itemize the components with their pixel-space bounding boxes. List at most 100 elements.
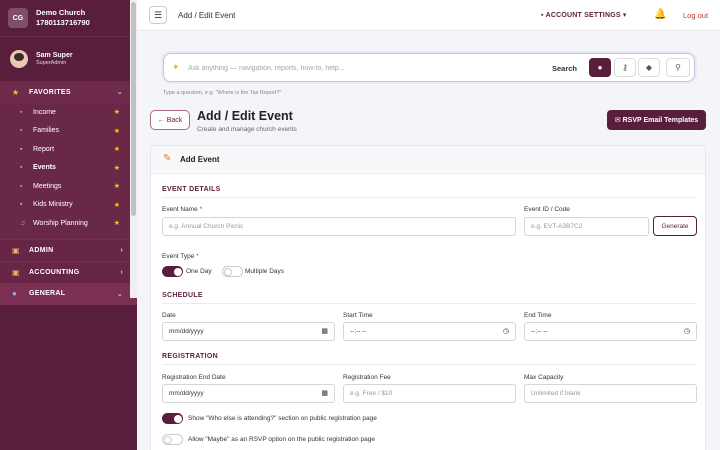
page-subtitle: Create and manage church events (197, 126, 297, 133)
calendar-icon: ▦ (321, 390, 328, 397)
key-icon: ⚷ (622, 63, 628, 72)
search-input[interactable] (188, 60, 518, 76)
event-name-input[interactable]: e.g. Annual Church Picnic (162, 217, 516, 236)
event-form-card: ✎ Add Event EVENT DETAILS Event Name * e… (150, 145, 706, 450)
card-title: Add Event (180, 155, 220, 164)
kids-icon: ▪ (20, 201, 23, 209)
event-type-label: Event Type * (162, 253, 199, 260)
chevron-down-icon: ▾ (620, 12, 627, 19)
event-name-label: Event Name * (162, 206, 203, 213)
chevron-down-icon: ⌄ (116, 290, 123, 298)
chevron-right-icon: › (120, 268, 123, 276)
search-box: ✦ Search ● ⚷ ◆ ⚲ (163, 53, 695, 82)
favorite-star-icon[interactable]: ★ (114, 127, 120, 135)
start-time-label: Start Time (343, 312, 373, 319)
star-icon: ★ (12, 87, 20, 97)
user-role: SuperAdmin (36, 60, 67, 66)
chat-button[interactable]: ◆ (638, 58, 660, 77)
accounting-icon: ▣ (12, 267, 20, 277)
search-hint: Type a question, e.g. "Where is the Tax … (163, 90, 282, 96)
section-schedule: SCHEDULE (162, 292, 203, 299)
clock-icon: ◷ (502, 328, 509, 335)
registration-end-date-label: Registration End Date (162, 374, 226, 381)
admin-icon: ▣ (12, 245, 20, 255)
card-header: ✎ Add Event (151, 146, 705, 174)
sidebar-item-events[interactable]: ▪ Events ★ (0, 159, 137, 178)
logout-link[interactable]: Log out (683, 11, 708, 20)
arrow-left-icon: ← (157, 116, 167, 124)
options-button[interactable]: ⚲ (666, 58, 690, 77)
sidebar: CG Demo Church 1780113716790 Sam Super S… (0, 0, 137, 450)
event-id-label: Event ID / Code (524, 206, 570, 213)
calendar-icon: ▦ (321, 328, 328, 335)
sidebar-scrollbar[interactable] (130, 0, 137, 298)
sidebar-item-families[interactable]: ▪ Families ★ (0, 122, 137, 141)
show-attending-toggle[interactable] (162, 413, 183, 424)
end-time-label: End Time (524, 312, 552, 319)
org-phone: 1780113716790 (36, 18, 90, 27)
favorite-star-icon[interactable]: ★ (114, 201, 120, 209)
chevron-right-icon: › (120, 246, 123, 254)
sidebar-section-accounting[interactable]: ▣ ACCOUNTING › (0, 260, 137, 283)
favorite-star-icon[interactable]: ★ (114, 219, 120, 227)
sidebar-section-general[interactable]: ● GENERAL ⌄ (0, 282, 137, 305)
page-title: Add / Edit Event (197, 109, 293, 123)
sidebar-section-favorites[interactable]: ★ FAVORITES ⌄ (0, 81, 137, 103)
generate-button[interactable]: Generate (653, 216, 697, 236)
date-input[interactable]: mm/dd/yyyy ▦ (162, 322, 335, 341)
globe-icon: ● (12, 289, 18, 298)
account-settings-menu[interactable]: ▪ ACCOUNT SETTINGS ▾ (541, 11, 627, 19)
sparkle-icon: ✦ (172, 62, 180, 72)
bell-icon[interactable]: 🔔 (654, 9, 666, 20)
registration-end-date-input[interactable]: mm/dd/yyyy ▦ (162, 384, 335, 403)
date-label: Date (162, 312, 176, 319)
rsvp-email-templates-button[interactable]: ✉ RSVP Email Templates (607, 110, 706, 130)
search-icon: ● (597, 63, 603, 72)
family-icon: ▪ (20, 127, 23, 135)
end-time-input[interactable]: --:-- -- ◷ (524, 322, 697, 341)
key-button[interactable]: ⚷ (614, 58, 636, 77)
tune-icon: ⚲ (675, 63, 681, 72)
music-icon: ♫ (20, 219, 26, 227)
favorite-star-icon[interactable]: ★ (114, 164, 120, 172)
top-bar: ☰ Add / Edit Event ▪ ACCOUNT SETTINGS ▾ … (137, 0, 720, 31)
favorite-star-icon[interactable]: ★ (114, 108, 120, 116)
sidebar-item-worship-planning[interactable]: ♫ Worship Planning ★ (0, 214, 137, 233)
search-button-label[interactable]: Search (552, 64, 577, 73)
section-event-details: EVENT DETAILS (162, 186, 221, 193)
one-day-toggle[interactable] (162, 266, 183, 277)
allow-maybe-toggle[interactable] (162, 434, 183, 445)
favorite-star-icon[interactable]: ★ (114, 182, 120, 190)
one-day-label: One Day (186, 268, 212, 275)
multiple-days-toggle[interactable] (222, 266, 243, 277)
back-button[interactable]: ← Back (150, 110, 190, 130)
favorite-star-icon[interactable]: ★ (114, 145, 120, 153)
org-logo: CG (8, 8, 28, 28)
meetings-icon: ▪ (20, 182, 23, 190)
max-capacity-input[interactable]: Unlimited if blank (524, 384, 697, 403)
pencil-icon: ✎ (163, 153, 172, 164)
ai-search-button[interactable]: ● (589, 58, 611, 77)
sidebar-item-kids-ministry[interactable]: ▪ Kids Ministry ★ (0, 196, 137, 215)
report-icon: ▪ (20, 145, 23, 153)
sidebar-header: CG Demo Church 1780113716790 (0, 0, 137, 37)
sidebar-section-admin[interactable]: ▣ ADMIN › (0, 238, 137, 261)
chat-icon: ◆ (645, 63, 653, 72)
registration-fee-input[interactable]: e.g. Free / $10 (343, 384, 516, 403)
favorites-list: ▪ Income ★ ▪ Families ★ ▪ Report ★ ▪ Eve… (0, 103, 137, 233)
user-profile[interactable]: Sam Super SuperAdmin (0, 41, 137, 77)
section-registration: REGISTRATION (162, 353, 218, 360)
start-time-input[interactable]: --:-- -- ◷ (343, 322, 516, 341)
user-name: Sam Super (36, 52, 73, 59)
sidebar-item-income[interactable]: ▪ Income ★ (0, 103, 137, 122)
event-id-input[interactable]: e.g. EVT-A3B7C2 (524, 217, 649, 236)
max-capacity-label: Max Capacity (524, 374, 564, 381)
envelope-icon: ✉ (614, 117, 623, 124)
allow-maybe-label: Allow "Maybe" as an RSVP option on the p… (188, 436, 375, 443)
hamburger-icon: ☰ (153, 9, 163, 20)
multiple-days-label: Multiple Days (245, 268, 285, 275)
sidebar-item-report[interactable]: ▪ Report ★ (0, 140, 137, 159)
menu-toggle-button[interactable]: ☰ (149, 6, 167, 24)
chevron-down-icon: ⌄ (116, 89, 123, 96)
sidebar-item-meetings[interactable]: ▪ Meetings ★ (0, 177, 137, 196)
